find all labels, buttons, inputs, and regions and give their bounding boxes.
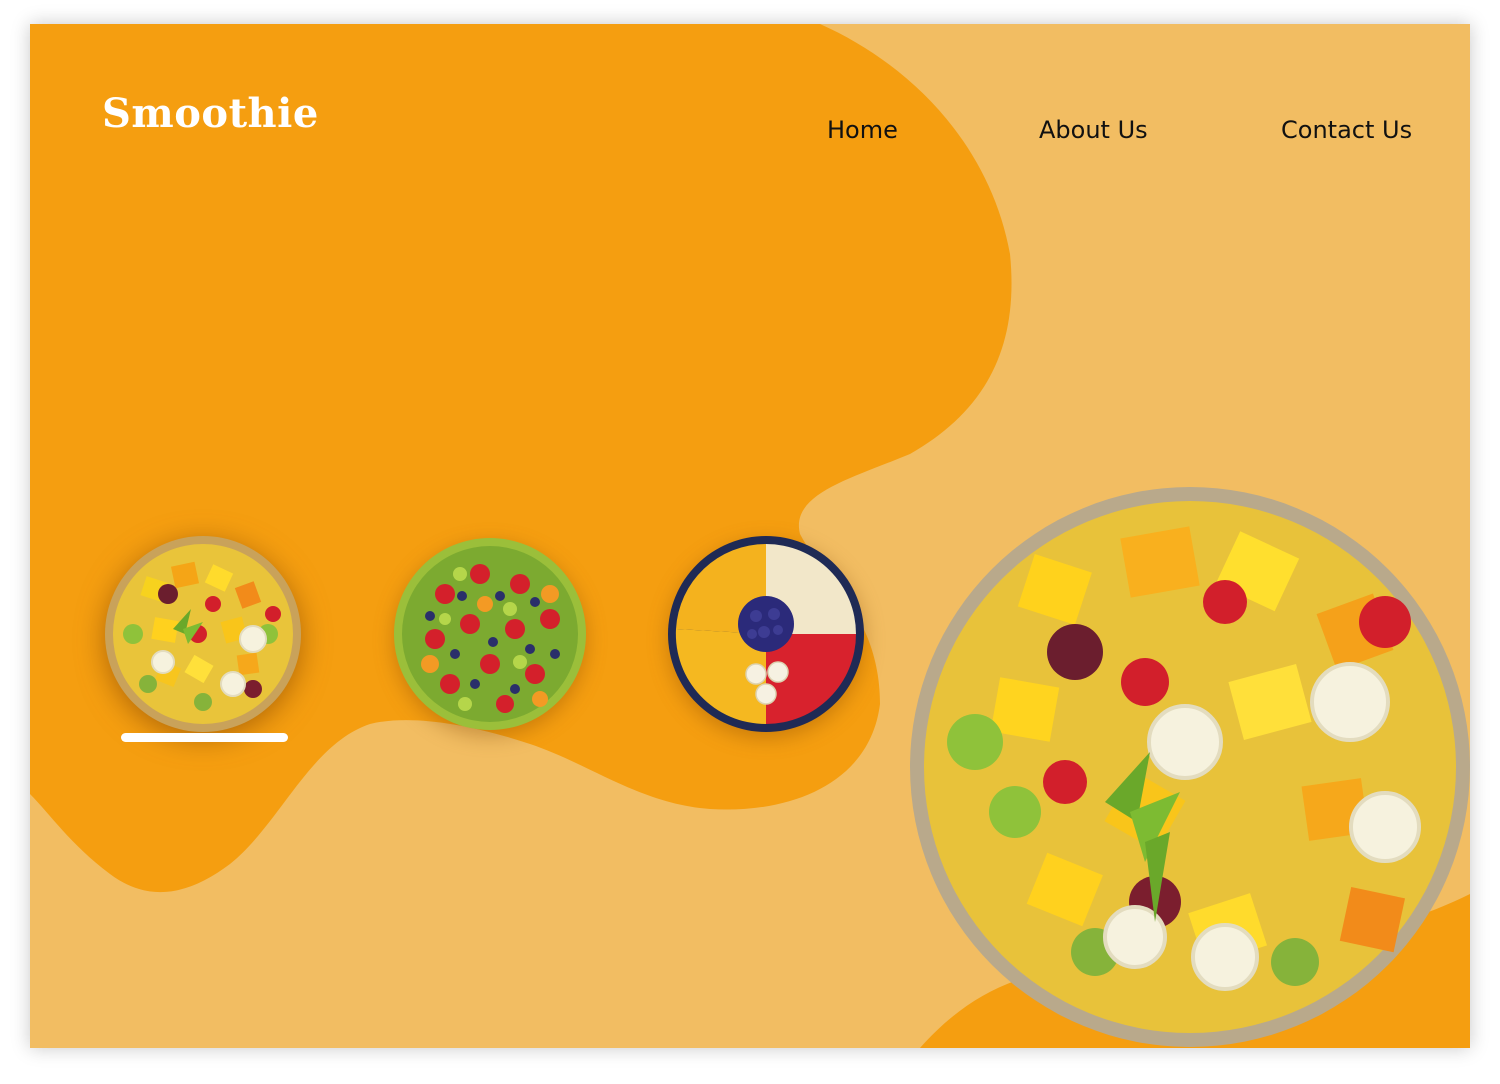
page-canvas: Smoothie Home About Us Contact Us <box>30 24 1470 1048</box>
fruit-plate-icon <box>668 536 864 732</box>
nav-contact-link[interactable]: Contact Us <box>1281 116 1412 144</box>
hero-image <box>905 482 1470 1048</box>
active-thumbnail-indicator <box>121 733 288 742</box>
fruit-salad-thumbnail[interactable] <box>103 534 303 734</box>
fruit-salad-bowl-icon <box>910 487 1470 1047</box>
nav-home-link[interactable]: Home <box>827 116 898 144</box>
mixed-berry-platter-icon <box>394 538 586 730</box>
orange-wave-shape <box>30 24 1012 893</box>
berry-platter-thumbnail[interactable] <box>390 534 590 734</box>
nav-about-link[interactable]: About Us <box>1039 116 1148 144</box>
main-nav: Home About Us Contact Us <box>30 116 1470 152</box>
fruit-salad-bowl-icon <box>105 536 301 732</box>
fruit-plate-thumbnail[interactable] <box>666 534 866 734</box>
